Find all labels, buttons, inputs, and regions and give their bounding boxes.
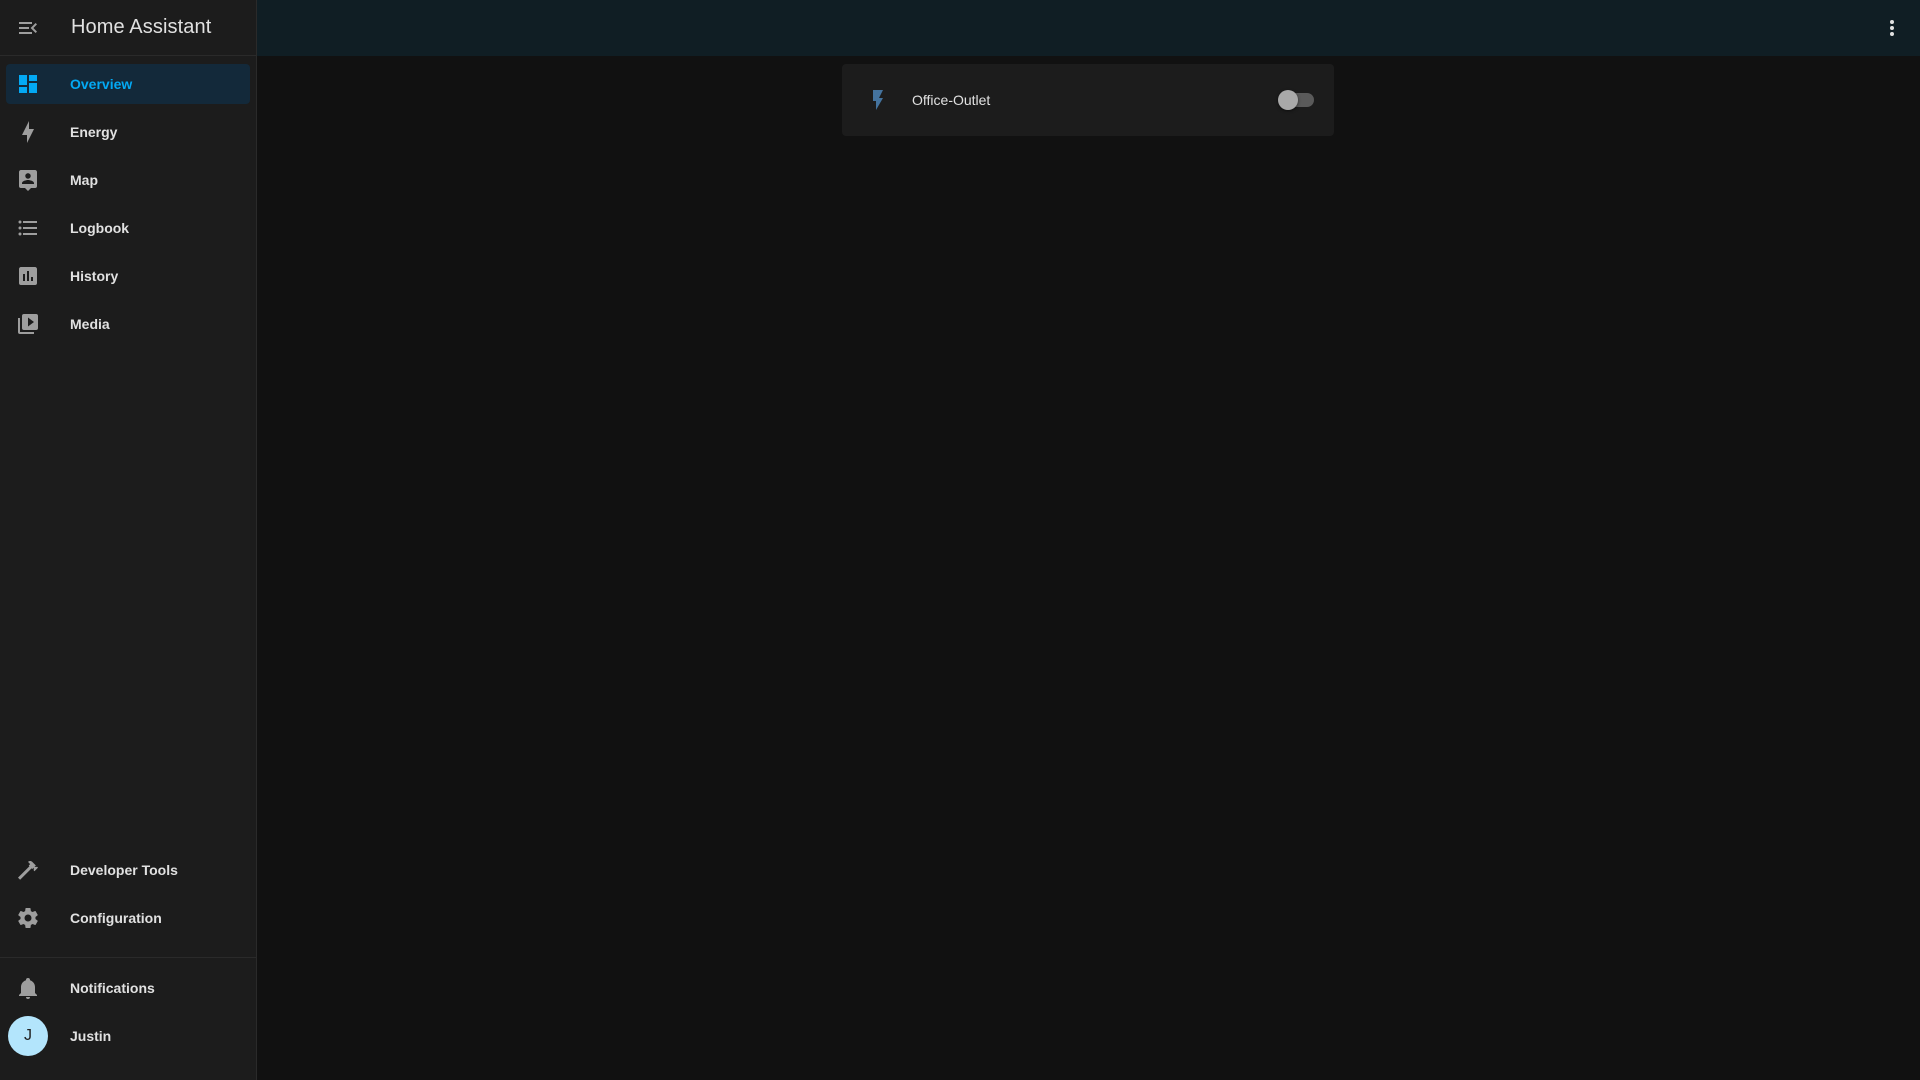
chart-box-icon bbox=[16, 264, 40, 288]
toggle-thumb bbox=[1278, 90, 1298, 110]
sidebar-item-history[interactable]: History bbox=[6, 256, 250, 296]
entity-toggle-switch[interactable] bbox=[1278, 90, 1314, 110]
sidebar-item-label: Developer Tools bbox=[70, 862, 178, 878]
app-title: Home Assistant bbox=[71, 16, 212, 38]
sidebar-item-overview[interactable]: Overview bbox=[6, 64, 250, 104]
sidebar-item-configuration[interactable]: Configuration bbox=[6, 898, 250, 938]
sidebar-header: Home Assistant bbox=[0, 0, 256, 56]
sidebar-item-label: Configuration bbox=[70, 910, 162, 926]
top-bar bbox=[257, 0, 1920, 56]
sidebar-item-map[interactable]: Map bbox=[6, 160, 250, 200]
entity-name[interactable]: Office-Outlet bbox=[912, 92, 990, 108]
lightning-bolt-icon bbox=[16, 120, 40, 144]
sidebar-item-user[interactable]: J Justin bbox=[6, 1016, 250, 1056]
sidebar-item-label: Map bbox=[70, 172, 98, 188]
menu-toggle-button[interactable] bbox=[0, 0, 56, 56]
overflow-menu-button[interactable] bbox=[1880, 16, 1904, 40]
dashboard-icon bbox=[16, 72, 40, 96]
sidebar-item-label: Media bbox=[70, 316, 110, 332]
flash-icon[interactable] bbox=[866, 88, 890, 112]
sidebar-item-energy[interactable]: Energy bbox=[6, 112, 250, 152]
sidebar-item-notifications[interactable]: Notifications bbox=[6, 968, 250, 1008]
dots-vertical-icon bbox=[1890, 20, 1894, 36]
sidebar-divider bbox=[0, 957, 256, 958]
sidebar-item-logbook[interactable]: Logbook bbox=[6, 208, 250, 248]
sidebar-nav: Overview Energy Map Logbook History Medi… bbox=[0, 56, 256, 344]
sidebar-user-section: Notifications J Justin bbox=[0, 968, 256, 1064]
play-box-multiple-icon bbox=[16, 312, 40, 336]
user-name: Justin bbox=[70, 1028, 112, 1044]
sidebar-item-label: Energy bbox=[70, 124, 118, 140]
sidebar: Home Assistant Overview Energy Map Logbo… bbox=[0, 0, 257, 1080]
gear-icon bbox=[16, 906, 40, 930]
entity-card: Office-Outlet bbox=[842, 64, 1334, 136]
sidebar-tools: Developer Tools Configuration bbox=[0, 850, 256, 946]
avatar: J bbox=[8, 1016, 48, 1056]
sidebar-item-label: History bbox=[70, 268, 119, 284]
hammer-icon bbox=[16, 858, 40, 882]
map-person-icon bbox=[16, 168, 40, 192]
sidebar-item-label: Notifications bbox=[70, 980, 155, 996]
sidebar-item-label: Overview bbox=[70, 76, 133, 92]
list-icon bbox=[16, 216, 40, 240]
sidebar-item-media[interactable]: Media bbox=[6, 304, 250, 344]
sidebar-item-label: Logbook bbox=[70, 220, 130, 236]
menu-open-icon bbox=[19, 21, 37, 34]
sidebar-item-developer-tools[interactable]: Developer Tools bbox=[6, 850, 250, 890]
bell-icon bbox=[16, 976, 40, 1000]
